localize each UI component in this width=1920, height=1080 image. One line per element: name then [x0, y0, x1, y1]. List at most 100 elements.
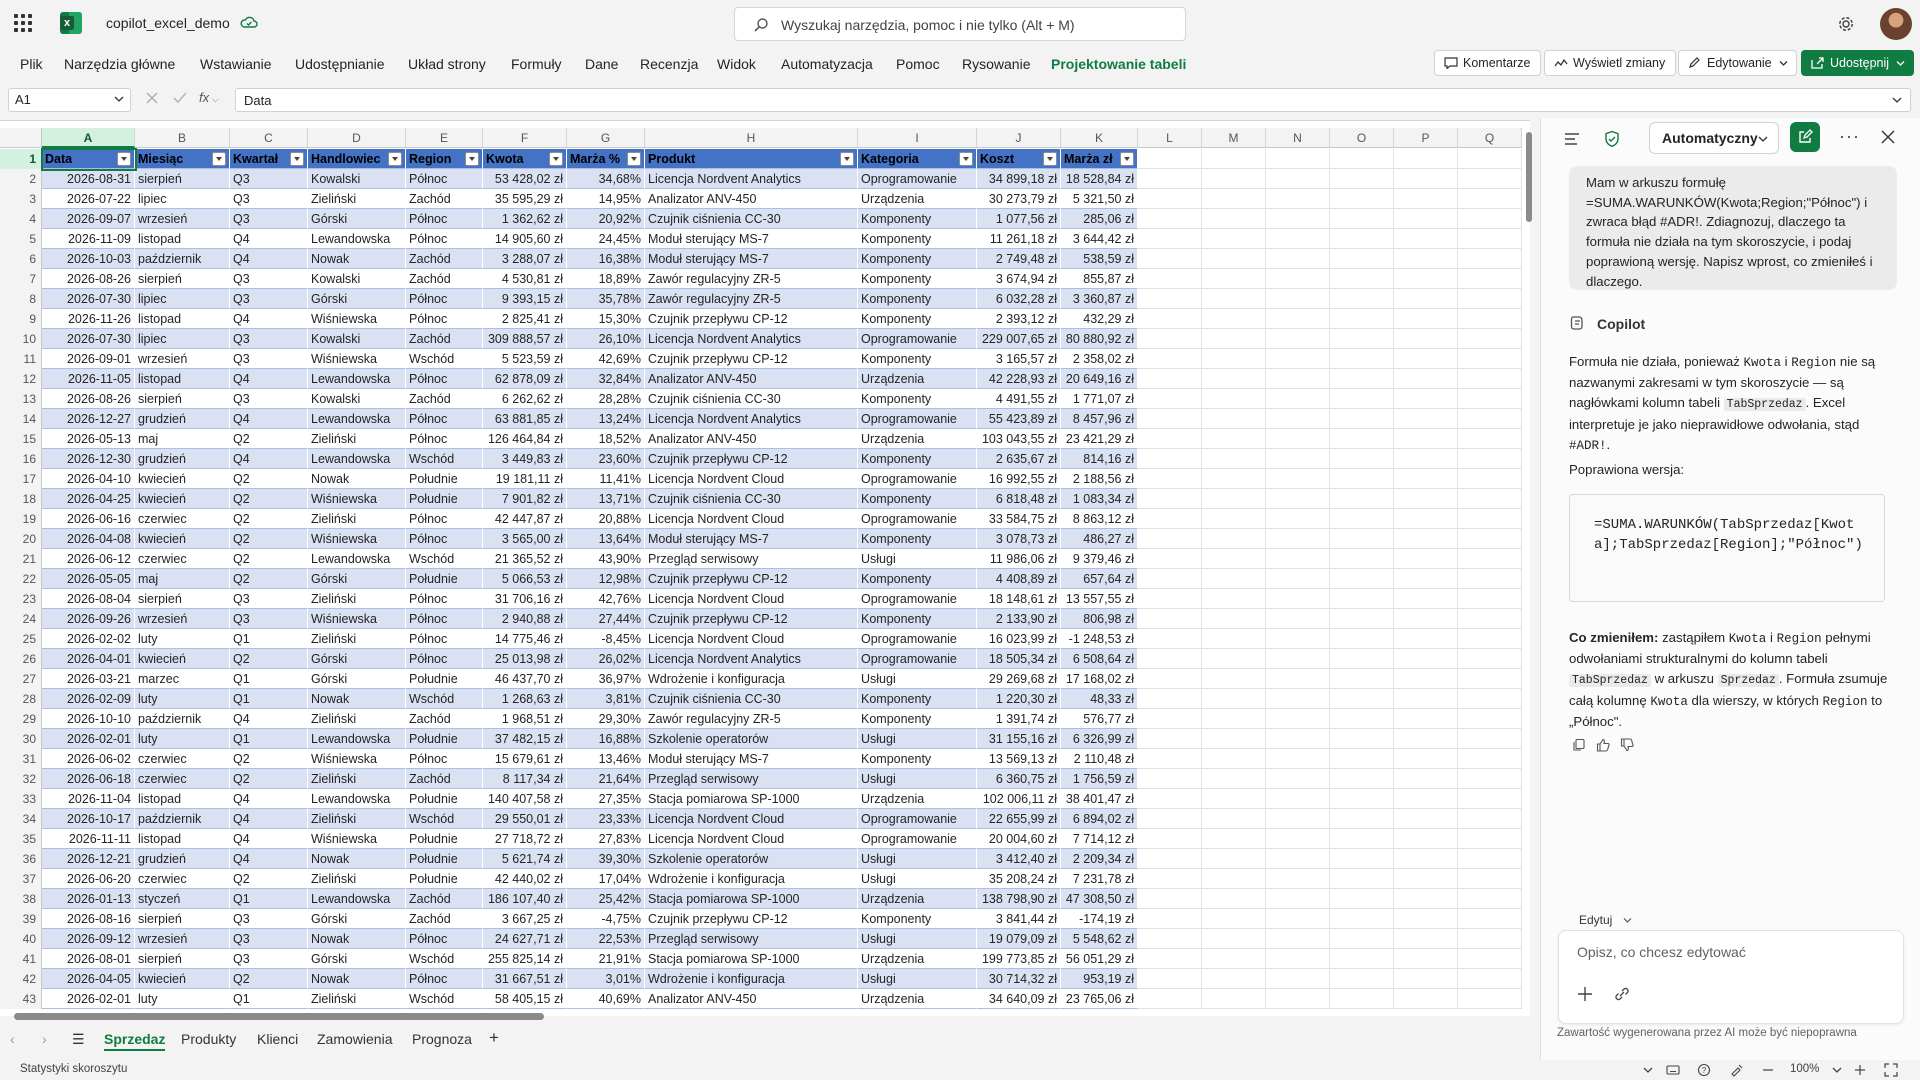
cell[interactable]: Q3	[230, 169, 308, 189]
cell[interactable]	[1394, 949, 1458, 969]
cell[interactable]	[1266, 689, 1330, 709]
cell[interactable]	[1394, 469, 1458, 489]
cell[interactable]: 23 765,06 zł	[1061, 989, 1138, 1009]
cell[interactable]: 2026-12-21	[42, 849, 135, 869]
cell[interactable]	[1330, 389, 1394, 409]
cell[interactable]	[1394, 629, 1458, 649]
cell[interactable]	[1458, 389, 1522, 409]
cell[interactable]: Wiśniewska	[308, 829, 406, 849]
cell[interactable]: -174,19 zł	[1061, 909, 1138, 929]
cell[interactable]	[1266, 469, 1330, 489]
cell[interactable]: 18,52%	[567, 429, 645, 449]
cell[interactable]: wrzesień	[135, 349, 230, 369]
cell[interactable]: Licencja Nordvent Analytics	[645, 329, 858, 349]
cell[interactable]	[1394, 169, 1458, 189]
cell[interactable]: lipiec	[135, 329, 230, 349]
cell[interactable]: 48,33 zł	[1061, 689, 1138, 709]
cell[interactable]: kwiecień	[135, 649, 230, 669]
cell[interactable]: Usługi	[858, 729, 977, 749]
cell[interactable]	[1330, 609, 1394, 629]
cell[interactable]: 6 360,75 zł	[977, 769, 1061, 789]
cell[interactable]: 3,81%	[567, 689, 645, 709]
cell[interactable]: Q2	[230, 969, 308, 989]
cell[interactable]: 2 940,88 zł	[483, 609, 567, 629]
cell[interactable]: Zawór regulacyjny ZR-5	[645, 269, 858, 289]
cell[interactable]: 13,46%	[567, 749, 645, 769]
cell[interactable]: 29 550,01 zł	[483, 809, 567, 829]
cell[interactable]: 11,41%	[567, 469, 645, 489]
cell[interactable]	[1138, 529, 1202, 549]
cell[interactable]: Stacja pomiarowa SP-1000	[645, 789, 858, 809]
cell[interactable]: Usługi	[858, 969, 977, 989]
cell[interactable]: 20 004,60 zł	[977, 829, 1061, 849]
cell[interactable]: 2026-10-10	[42, 709, 135, 729]
cell[interactable]: 2026-02-02	[42, 629, 135, 649]
cell[interactable]	[1202, 909, 1266, 929]
cell[interactable]: Q4	[230, 409, 308, 429]
cloud-saved-icon[interactable]	[240, 14, 258, 32]
cell[interactable]: Lewandowska	[308, 229, 406, 249]
cell[interactable]	[1330, 589, 1394, 609]
row-header-38[interactable]: 38	[0, 889, 42, 909]
cell[interactable]: 2026-11-11	[42, 829, 135, 849]
edit-mode-selector[interactable]: Edytuj	[1579, 913, 1612, 927]
cell[interactable]: Zachód	[406, 909, 483, 929]
cell[interactable]: czerwiec	[135, 549, 230, 569]
cell[interactable]: Północ	[406, 369, 483, 389]
cell[interactable]	[1394, 409, 1458, 429]
cell[interactable]	[1138, 829, 1202, 849]
cell[interactable]	[1330, 169, 1394, 189]
cell[interactable]	[1394, 429, 1458, 449]
cell[interactable]: 2026-08-16	[42, 909, 135, 929]
row-header-8[interactable]: 8	[0, 289, 42, 309]
cell[interactable]: 2026-05-13	[42, 429, 135, 449]
cell[interactable]	[1394, 529, 1458, 549]
column-header-q[interactable]: Q	[1458, 128, 1522, 148]
cell[interactable]: 13,71%	[567, 489, 645, 509]
cell[interactable]: Czujnik ciśnienia CC-30	[645, 489, 858, 509]
cell[interactable]: październik	[135, 709, 230, 729]
cell[interactable]: Zachód	[406, 709, 483, 729]
cell[interactable]: 5 321,50 zł	[1061, 189, 1138, 209]
cell[interactable]: Q2	[230, 509, 308, 529]
cell[interactable]: Q1	[230, 889, 308, 909]
cell[interactable]	[1266, 309, 1330, 329]
column-header-c[interactable]: C	[230, 128, 308, 148]
cell[interactable]: Kowalski	[308, 389, 406, 409]
cell[interactable]	[1138, 849, 1202, 869]
cell[interactable]: 102 006,11 zł	[977, 789, 1061, 809]
cell[interactable]: 18,89%	[567, 269, 645, 289]
cell[interactable]: Komponenty	[858, 749, 977, 769]
row-header-16[interactable]: 16	[0, 449, 42, 469]
row-header-42[interactable]: 42	[0, 969, 42, 989]
cell[interactable]: 5 621,74 zł	[483, 849, 567, 869]
cell[interactable]: Q3	[230, 389, 308, 409]
cell[interactable]	[1458, 489, 1522, 509]
tab-formuly[interactable]: Formuły	[511, 56, 562, 72]
cell[interactable]: Zachód	[406, 249, 483, 269]
cell[interactable]	[1202, 869, 1266, 889]
cell[interactable]	[1458, 689, 1522, 709]
add-icon[interactable]	[1576, 985, 1594, 1003]
cell[interactable]	[1458, 189, 1522, 209]
row-header-12[interactable]: 12	[0, 369, 42, 389]
cell[interactable]: Północ	[406, 749, 483, 769]
cell[interactable]: Oprogramowanie	[858, 809, 977, 829]
cell[interactable]: Usługi	[858, 769, 977, 789]
cell[interactable]	[1458, 869, 1522, 889]
cell[interactable]	[1138, 469, 1202, 489]
cell[interactable]	[1138, 569, 1202, 589]
cell[interactable]	[1330, 249, 1394, 269]
cell[interactable]	[1458, 649, 1522, 669]
cell[interactable]	[1266, 429, 1330, 449]
row-header-9[interactable]: 9	[0, 309, 42, 329]
table-header-cell[interactable]: Region	[406, 149, 483, 169]
cell[interactable]: 23 421,29 zł	[1061, 429, 1138, 449]
cell[interactable]: luty	[135, 989, 230, 1009]
cell[interactable]: Oprogramowanie	[858, 329, 977, 349]
cell[interactable]: 14 775,46 zł	[483, 629, 567, 649]
cell[interactable]: 2026-09-12	[42, 929, 135, 949]
cell[interactable]	[1330, 889, 1394, 909]
cell[interactable]: październik	[135, 809, 230, 829]
cell[interactable]: Q2	[230, 749, 308, 769]
